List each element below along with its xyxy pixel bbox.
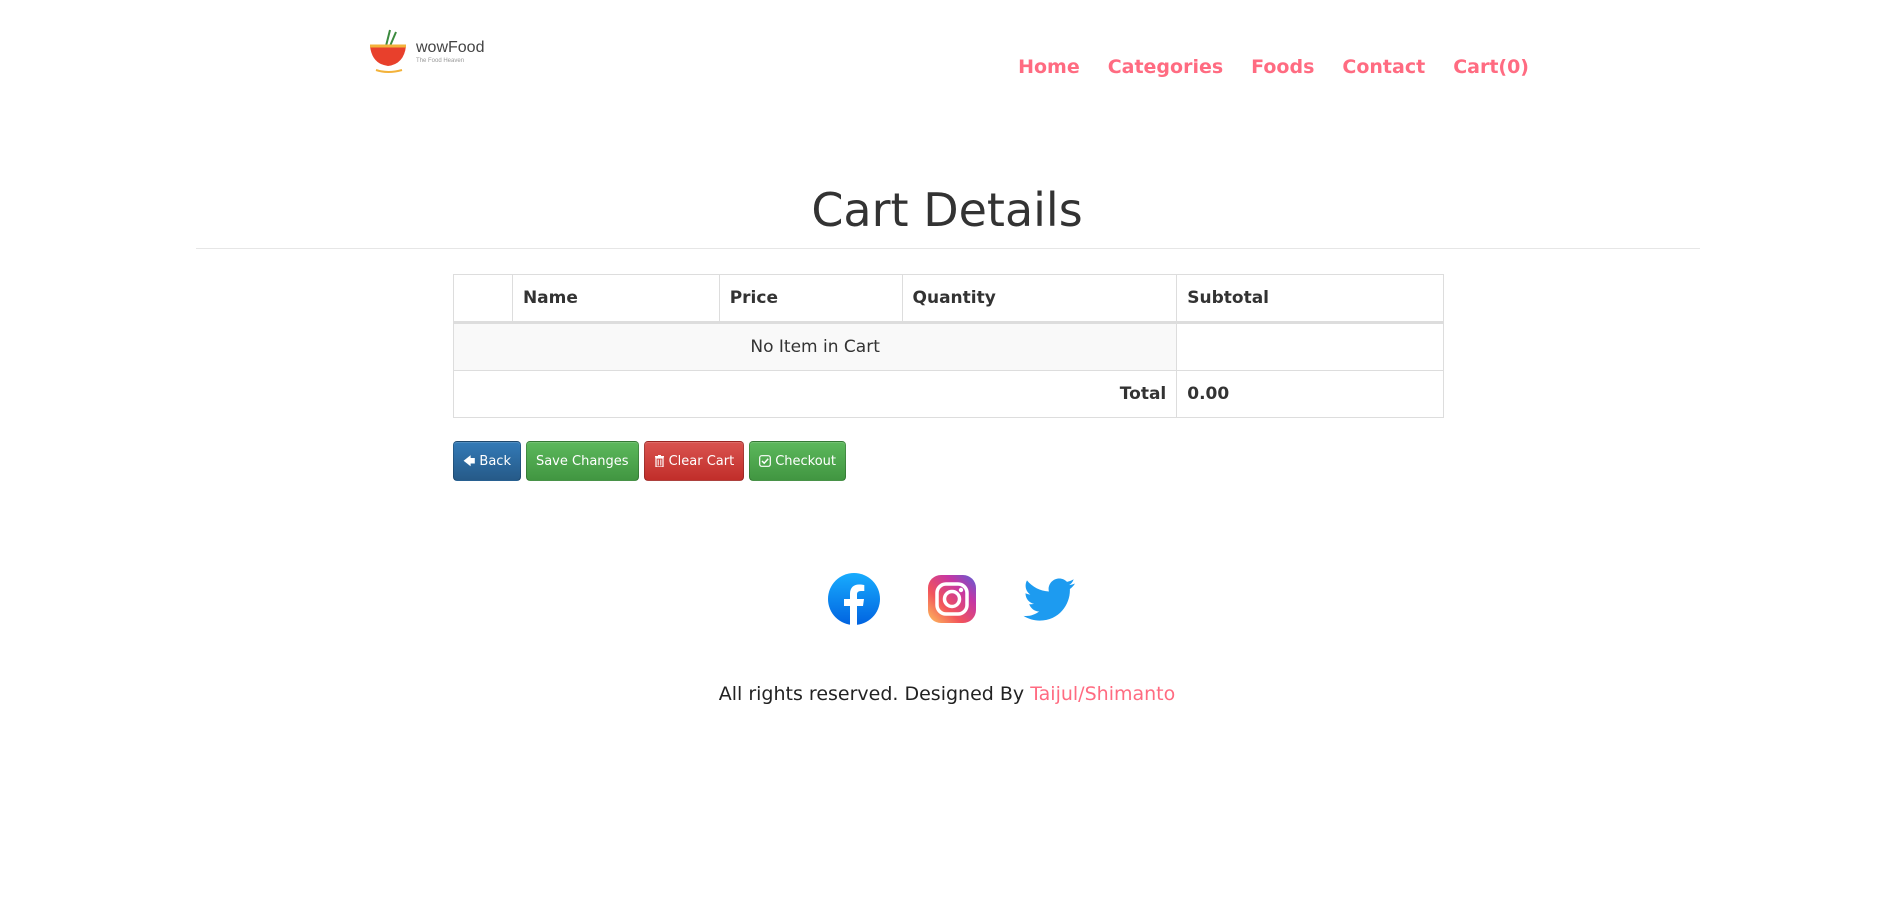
clear-cart-button[interactable]: Clear Cart xyxy=(643,441,745,481)
column-header-price: Price xyxy=(718,274,903,324)
cart-table: Name Price Quantity Subtotal No Item in … xyxy=(452,274,1444,418)
twitter-icon[interactable] xyxy=(1023,572,1077,626)
site-logo[interactable]: wowFood The Food Heaven xyxy=(366,28,484,76)
title-divider xyxy=(196,248,1700,249)
arrow-left-icon: 🡄 xyxy=(463,454,476,468)
nav-home[interactable]: Home xyxy=(1018,56,1080,78)
empty-subtotal-cell xyxy=(1176,322,1444,371)
bowl-logo-icon xyxy=(370,29,406,73)
check-square-icon xyxy=(759,455,772,467)
total-label: Total xyxy=(452,370,1178,418)
footer-text: All rights reserved. Designed By xyxy=(718,683,1031,705)
column-header-select xyxy=(453,274,513,324)
footer: All rights reserved. Designed By Taijul/… xyxy=(0,683,1894,705)
cart-page: wowFood The Food Heaven Home Categories … xyxy=(0,0,1894,897)
column-header-name: Name xyxy=(511,274,720,324)
instagram-icon[interactable] xyxy=(925,572,979,626)
column-header-quantity: Quantity xyxy=(901,274,1178,324)
social-links xyxy=(827,572,1077,626)
column-header-subtotal: Subtotal xyxy=(1176,274,1444,324)
table-row-empty: No Item in Cart xyxy=(452,322,1444,371)
trash-icon xyxy=(654,455,664,467)
designer-link[interactable]: Taijul/Shimanto xyxy=(1030,683,1175,705)
nav-foods[interactable]: Foods xyxy=(1251,56,1314,78)
back-button[interactable]: 🡄 Back xyxy=(453,441,521,481)
main-nav: Home Categories Foods Contact Cart(0) xyxy=(1018,56,1529,78)
table-header-row: Name Price Quantity Subtotal xyxy=(453,274,1444,324)
logo-text: wowFood The Food Heaven xyxy=(416,39,485,65)
clear-cart-label: Clear Cart xyxy=(668,453,735,469)
nav-categories[interactable]: Categories xyxy=(1108,56,1223,78)
save-changes-button[interactable]: Save Changes xyxy=(525,441,639,481)
save-changes-label: Save Changes xyxy=(535,453,629,469)
back-button-label: Back xyxy=(479,453,511,469)
table-row-total: Total 0.00 xyxy=(452,370,1444,418)
logo-name: wowFood xyxy=(416,39,485,56)
nav-contact[interactable]: Contact xyxy=(1342,56,1425,78)
nav-cart[interactable]: Cart(0) xyxy=(1453,56,1529,78)
page-title: Cart Details xyxy=(811,183,1083,237)
logo-tagline: The Food Heaven xyxy=(416,58,465,64)
checkout-label: Checkout xyxy=(775,453,837,469)
empty-cart-message: No Item in Cart xyxy=(452,322,1178,371)
total-value: 0.00 xyxy=(1176,370,1444,418)
checkout-button[interactable]: Checkout xyxy=(749,441,847,481)
cart-actions: 🡄 Back Save Changes Clear Cart Checkout xyxy=(453,441,847,481)
facebook-icon[interactable] xyxy=(827,572,881,626)
